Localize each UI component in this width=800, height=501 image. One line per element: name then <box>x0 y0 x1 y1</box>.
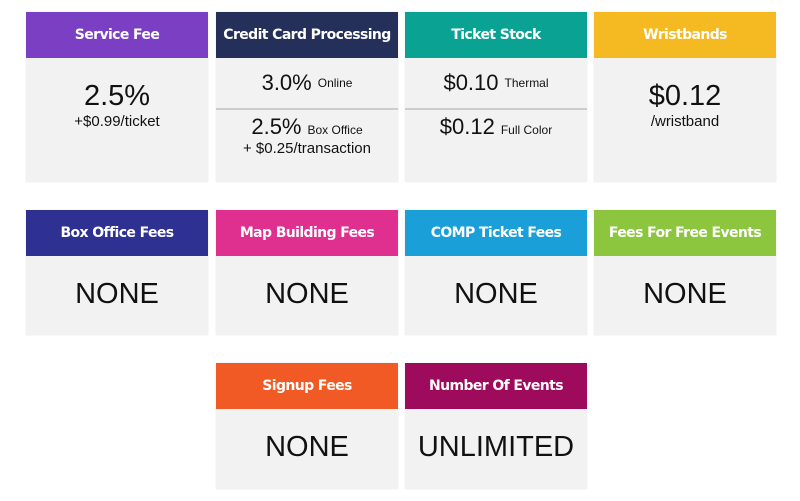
credit-card-processing-card: Credit Card Processing 3.0% Online 2.5% Bo… <box>216 12 398 182</box>
wristband-unit: /wristband <box>650 113 720 130</box>
card-value: NONE <box>265 278 349 310</box>
service-fee-card: Service Fee 2.5% +$0.99/ticket <box>26 12 208 182</box>
card-header: Wristbands <box>594 12 776 58</box>
card-header: Ticket Stock <box>405 12 587 58</box>
card-value: NONE <box>75 278 159 310</box>
card-header: Credit Card Processing <box>216 12 398 58</box>
number-of-events-card: Number Of Events UNLIMITED <box>405 363 587 489</box>
online-rate: 3.0% <box>261 70 312 95</box>
card-value: NONE <box>643 278 727 310</box>
map-building-fees-card: Map Building Fees NONE <box>216 210 398 335</box>
free-events-fees-card: Fees For Free Events NONE <box>594 210 776 335</box>
full-color-label: Full Color <box>500 123 553 137</box>
wristband-price: $0.12 <box>648 80 722 112</box>
thermal-price: $0.10 <box>443 70 499 95</box>
comp-ticket-fees-card: COMP Ticket Fees NONE <box>405 210 587 335</box>
transaction-fee: + $0.25/transaction <box>242 140 371 157</box>
card-value: NONE <box>454 278 538 310</box>
ticket-stock-card: Ticket Stock $0.10 Thermal $0.12 Full Colo… <box>405 12 587 182</box>
online-label: Online <box>317 76 353 90</box>
thermal-label: Thermal <box>504 76 549 90</box>
card-header: Number Of Events <box>405 363 587 409</box>
box-office-fees-card: Box Office Fees NONE <box>26 210 208 335</box>
card-header: Fees For Free Events <box>594 210 776 256</box>
card-header: Service Fee <box>26 12 208 58</box>
card-header: Box Office Fees <box>26 210 208 256</box>
card-header: Signup Fees <box>216 363 398 409</box>
box-office-rate: 2.5% <box>251 114 302 139</box>
card-header: COMP Ticket Fees <box>405 210 587 256</box>
service-fee-sub: +$0.99/ticket <box>74 113 160 130</box>
full-color-price: $0.12 <box>439 114 495 139</box>
service-fee-value: 2.5% <box>83 80 151 112</box>
card-value: UNLIMITED <box>417 431 575 463</box>
card-value: NONE <box>265 431 349 463</box>
signup-fees-card: Signup Fees NONE <box>216 363 398 489</box>
wristbands-card: Wristbands $0.12 /wristband <box>594 12 776 182</box>
box-office-label: Box Office <box>307 123 363 137</box>
card-header: Map Building Fees <box>216 210 398 256</box>
